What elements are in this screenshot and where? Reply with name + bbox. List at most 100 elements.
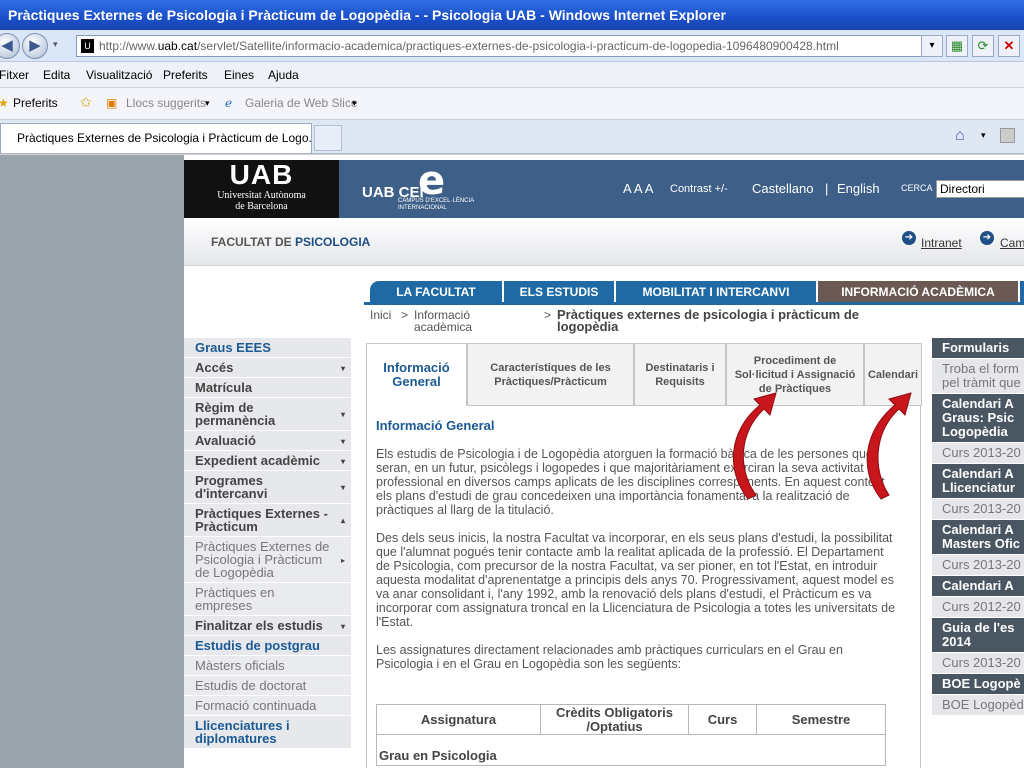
tab-informacio-general[interactable]: Informació General xyxy=(366,343,467,406)
campus-link[interactable]: Cam xyxy=(1000,236,1024,250)
left-menu-item[interactable]: Estudis de doctorat xyxy=(184,676,351,696)
breadcrumb-home[interactable]: Inici xyxy=(370,309,391,321)
left-menu-item[interactable]: Llicenciatures i diplomatures xyxy=(184,716,351,749)
address-bar[interactable]: Uhttp://www.uab.cat/servlet/Satellite/in… xyxy=(76,35,941,57)
left-menu-arrow-icon: ▾ xyxy=(340,483,345,492)
window-title-bar: Pràctiques Externes de Psicologia i Pràc… xyxy=(0,0,1024,30)
address-dropdown-button[interactable]: ▾ xyxy=(921,35,943,57)
left-menu-item-label: Expedient acadèmic xyxy=(195,453,320,468)
nav-la-facultat[interactable]: LA FACULTAT xyxy=(370,281,502,303)
font-size-control[interactable]: A A A xyxy=(623,181,653,196)
menu-visualitzacio[interactable]: Visualització xyxy=(86,68,152,82)
courses-table: Assignatura Crèdits Obligatoris /Optatiu… xyxy=(376,704,886,766)
favorites-star-icon: ★ xyxy=(0,96,9,110)
left-menu-item[interactable]: Màsters oficials xyxy=(184,656,351,676)
left-menu-item[interactable]: Programes d'intercanvi ▾ xyxy=(184,471,351,504)
forward-button[interactable]: ▶ xyxy=(22,33,48,59)
menu-eines[interactable]: Eines xyxy=(224,68,254,82)
web-slice-dropdown-icon[interactable]: ▾ xyxy=(352,98,357,109)
right-box-title[interactable]: Formularis xyxy=(932,338,1024,359)
left-menu-item-label: Màsters oficials xyxy=(195,658,285,673)
right-box-title[interactable]: Calendari A Llicenciatur xyxy=(932,464,1024,499)
left-menu-item[interactable]: Formació continuada xyxy=(184,696,351,716)
home-icon[interactable]: ⌂ xyxy=(955,127,965,145)
favorites-button[interactable]: Preferits xyxy=(13,96,58,110)
left-menu-item[interactable]: Expedient acadèmic ▾ xyxy=(184,451,351,471)
red-arrow-calendari-icon xyxy=(866,392,912,500)
tab-destinataris[interactable]: Destinataris i Requisits xyxy=(634,343,726,406)
menu-ajuda[interactable]: Ajuda xyxy=(268,68,299,82)
left-menu-item-label: Règim de permanència xyxy=(195,400,276,428)
lang-castellano-link[interactable]: Castellano xyxy=(752,181,813,196)
left-menu-item[interactable]: Accés ▾ xyxy=(184,358,351,378)
add-favorites-icon[interactable]: ✩ xyxy=(80,94,92,111)
left-menu-item-label: Finalitzar els estudis xyxy=(195,618,323,633)
left-menu-item[interactable]: Pràctiques en empreses xyxy=(184,583,351,616)
search-scope-select[interactable]: Directori xyxy=(936,180,1024,198)
nav-els-estudis[interactable]: ELS ESTUDIS xyxy=(504,281,614,303)
address-toolbar: ◀ ▶ ▾ Uhttp://www.uab.cat/servlet/Satell… xyxy=(0,30,1024,62)
right-box-link[interactable]: Troba el form pel tràmit que xyxy=(932,359,1024,394)
left-menu-item-label: Avaluació xyxy=(195,433,256,448)
rss-feed-icon[interactable] xyxy=(1000,128,1015,143)
right-box-title[interactable]: Calendari A Masters Ofic xyxy=(932,520,1024,555)
menu-fitxer[interactable]: Fitxer xyxy=(0,68,29,82)
history-dropdown-icon[interactable]: ▾ xyxy=(53,39,58,50)
left-menu-item[interactable]: Pràctiques Externes de Psicologia i Pràc… xyxy=(184,537,351,583)
menu-edita[interactable]: Edita xyxy=(43,68,70,82)
lang-separator: | xyxy=(825,181,829,196)
right-box-title[interactable]: Calendari A xyxy=(932,576,1024,597)
left-menu-item-label: Llicenciatures i diplomatures xyxy=(195,718,290,746)
left-menu-item-label: Estudis de postgrau xyxy=(195,638,320,653)
favorites-bar: ★ Preferits ✩ ▣ Llocs suggerits ▾ ℯ Gale… xyxy=(0,88,1024,120)
intranet-link[interactable]: Intranet xyxy=(921,236,962,250)
web-slice-gallery-link[interactable]: Galeria de Web Slice xyxy=(245,96,358,110)
browser-tab-active[interactable]: Pràctiques Externes de Psicologia i Pràc… xyxy=(0,123,312,153)
contrast-toggle[interactable]: Contrast +/- xyxy=(670,183,728,195)
left-menu-item[interactable]: Graus EEES xyxy=(184,338,351,358)
new-tab-button[interactable] xyxy=(314,125,342,151)
lang-english-link[interactable]: English xyxy=(837,181,880,196)
web-slice-icon: ℯ xyxy=(225,96,233,110)
suggested-sites-link[interactable]: Llocs suggerits xyxy=(126,96,206,110)
compatibility-view-icon[interactable]: ▦ xyxy=(946,35,968,57)
left-menu-item[interactable]: Avaluació ▾ xyxy=(184,431,351,451)
back-button[interactable]: ◀ xyxy=(0,33,20,59)
left-menu-item-label: Pràctiques Externes de Psicologia i Pràc… xyxy=(195,539,330,580)
left-menu-item-label: Matrícula xyxy=(195,380,253,395)
tab-caracteristiques[interactable]: Característiques de les Pràctiques/Pràct… xyxy=(467,343,634,406)
right-box-title[interactable]: BOE Logopè xyxy=(932,674,1024,695)
right-box-title[interactable]: Guia de l'es 2014 xyxy=(932,618,1024,653)
right-box-link[interactable]: Curs 2013-20 xyxy=(932,653,1024,674)
nav-mobilitat[interactable]: MOBILITAT I INTERCANVI xyxy=(616,281,816,303)
uab-favicon-icon: U xyxy=(81,39,94,53)
right-box-link[interactable]: BOE Logopèd xyxy=(932,695,1024,716)
left-menu-item-label: Graus EEES xyxy=(195,340,271,355)
home-dropdown-icon[interactable]: ▾ xyxy=(981,130,986,141)
left-menu-item-label: Pràctiques en empreses xyxy=(195,585,275,613)
left-menu-item-label: Estudis de doctorat xyxy=(195,678,307,693)
left-menu-item[interactable]: Règim de permanència ▾ xyxy=(184,398,351,431)
breadcrumb-informacio[interactable]: Informació acadèmica xyxy=(414,309,504,333)
left-menu-item[interactable]: Finalitzar els estudis ▾ xyxy=(184,616,351,636)
right-box-link[interactable]: Curs 2012-20 xyxy=(932,597,1024,618)
left-menu-arrow-icon: ▾ xyxy=(340,436,345,446)
right-box-link[interactable]: Curs 2013-20 xyxy=(932,555,1024,576)
left-menu-item[interactable]: Estudis de postgrau xyxy=(184,636,351,656)
right-box-link[interactable]: Curs 2013-20 xyxy=(932,499,1024,520)
nav-overflow[interactable] xyxy=(1020,281,1024,303)
right-box-title[interactable]: Calendari A Graus: Psic Logopèdia xyxy=(932,394,1024,443)
suggested-sites-dropdown-icon[interactable]: ▾ xyxy=(205,98,210,109)
menu-bar: Fitxer Edita Visualització Preferits Ein… xyxy=(0,62,1024,88)
menu-preferits[interactable]: Preferits xyxy=(163,68,208,82)
left-menu-item[interactable]: Pràctiques Externes - Pràcticum ▴ xyxy=(184,504,351,537)
left-menu-item-label: Programes d'intercanvi xyxy=(195,473,268,501)
breadcrumb-sep: > xyxy=(401,308,409,322)
uab-logo[interactable]: UAB Universitat Autònoma de Barcelona xyxy=(184,160,339,218)
nav-informacio-academica[interactable]: INFORMACIÓ ACADÈMICA xyxy=(818,281,1018,303)
left-menu-item[interactable]: Matrícula xyxy=(184,378,351,398)
campus-arrow-icon: ➔ xyxy=(980,231,994,245)
right-box-link[interactable]: Curs 2013-20 xyxy=(932,443,1024,464)
refresh-icon[interactable]: ⟳ xyxy=(972,35,994,57)
stop-icon[interactable]: ✕ xyxy=(998,35,1020,57)
